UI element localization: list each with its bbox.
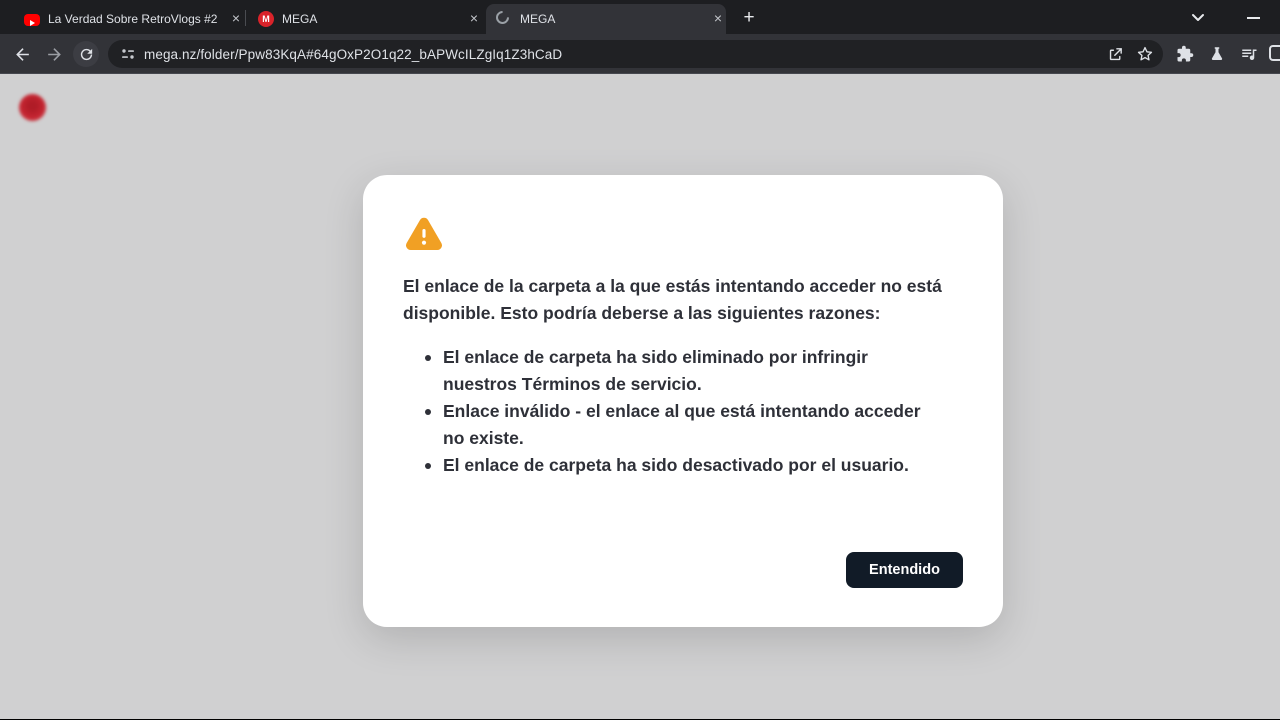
warning-triangle-icon xyxy=(403,215,445,255)
folder-unavailable-dialog: El enlace de la carpeta a la que estás i… xyxy=(363,175,1003,627)
url-text: mega.nz/folder/Ppw83KqA#64gOxP2O1q22_bAP… xyxy=(144,47,1103,62)
browser-toolbar: mega.nz/folder/Ppw83KqA#64gOxP2O1q22_bAP… xyxy=(0,34,1280,74)
close-tab-icon[interactable]: × xyxy=(710,11,726,27)
mega-icon: M xyxy=(258,11,274,27)
tab-title: MEGA xyxy=(520,12,704,26)
extensions-icon[interactable] xyxy=(1173,42,1197,66)
tab-mega-2-active[interactable]: MEGA × xyxy=(486,4,726,34)
media-controls-icon[interactable] xyxy=(1237,42,1261,66)
reason-item: El enlace de carpeta ha sido desactivado… xyxy=(423,452,939,479)
dialog-message: El enlace de la carpeta a la que estás i… xyxy=(403,273,951,327)
back-button[interactable] xyxy=(9,41,35,67)
address-bar[interactable]: mega.nz/folder/Ppw83KqA#64gOxP2O1q22_bAP… xyxy=(108,40,1163,68)
side-panel-icon[interactable] xyxy=(1269,45,1280,61)
browser-window: La Verdad Sobre RetroVlogs #2 × M MEGA ×… xyxy=(0,0,1280,720)
labs-flask-icon[interactable] xyxy=(1205,42,1229,66)
mega-logo-loading xyxy=(19,94,46,121)
tab-youtube-video[interactable]: La Verdad Sobre RetroVlogs #2 × xyxy=(14,4,244,34)
reason-item: El enlace de carpeta ha sido eliminado p… xyxy=(423,344,939,398)
minimize-window-button[interactable] xyxy=(1240,4,1268,30)
tab-title: La Verdad Sobre RetroVlogs #2 xyxy=(48,12,222,26)
reload-button[interactable] xyxy=(73,41,99,67)
tab-search-chevron-icon[interactable] xyxy=(1186,5,1210,29)
confirm-button[interactable]: Entendido xyxy=(846,552,963,588)
share-icon[interactable] xyxy=(1103,42,1127,66)
reason-item: Enlace inválido - el enlace al que está … xyxy=(423,398,939,452)
tab-separator xyxy=(245,10,246,26)
forward-button[interactable] xyxy=(41,41,67,67)
mega-page: El enlace de la carpeta a la que estás i… xyxy=(0,74,1280,719)
dialog-reason-list: El enlace de carpeta ha sido eliminado p… xyxy=(423,344,939,479)
tab-strip: La Verdad Sobre RetroVlogs #2 × M MEGA ×… xyxy=(0,0,1280,34)
close-tab-icon[interactable]: × xyxy=(228,11,244,27)
close-tab-icon[interactable]: × xyxy=(466,11,482,27)
new-tab-button[interactable]: + xyxy=(736,5,762,31)
tab-title: MEGA xyxy=(282,12,460,26)
site-settings-icon[interactable] xyxy=(120,46,136,62)
bookmark-star-icon[interactable] xyxy=(1133,42,1157,66)
tab-mega-1[interactable]: M MEGA × xyxy=(248,4,482,34)
loading-spinner-icon xyxy=(496,11,512,27)
youtube-icon xyxy=(24,14,40,26)
